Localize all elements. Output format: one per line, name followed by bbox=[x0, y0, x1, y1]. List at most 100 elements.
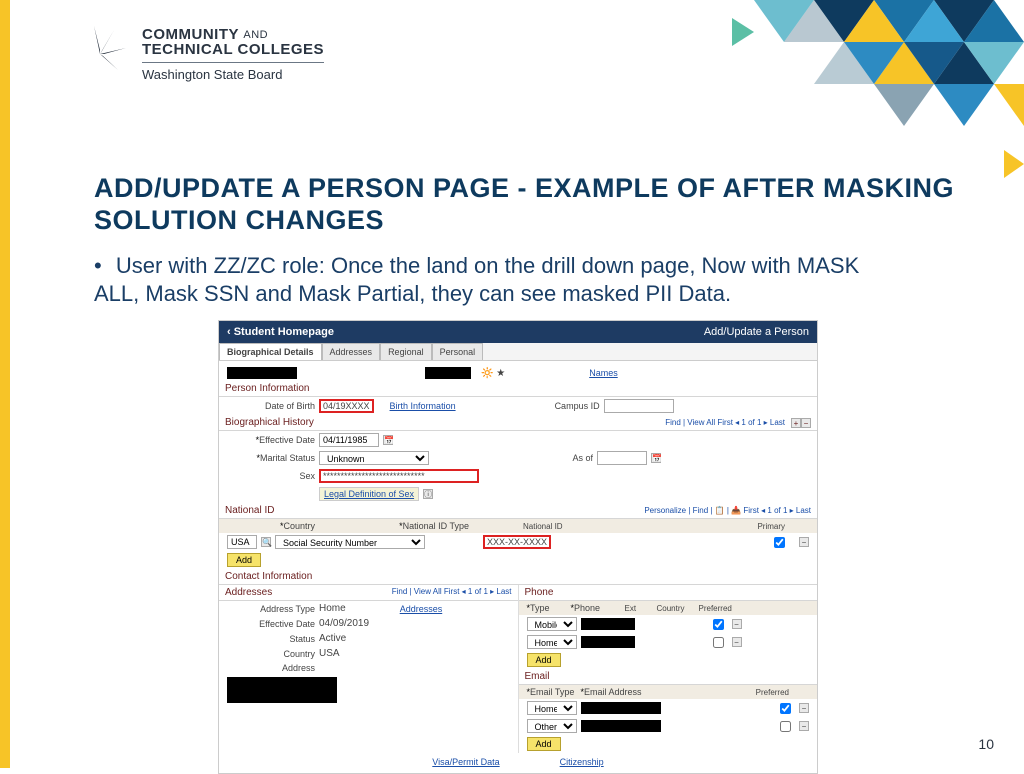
info-icon[interactable]: ⓘ bbox=[423, 489, 433, 499]
app-screenshot: ‹ Student Homepage Add/Update a Person B… bbox=[218, 320, 818, 774]
phone-type-2[interactable]: Home bbox=[527, 635, 577, 649]
section-phone: Phone bbox=[519, 585, 818, 601]
email-addr-col: Email Address bbox=[581, 687, 661, 697]
slide-bullet: User with ZZ/ZC role: Once the land on t… bbox=[94, 252, 904, 307]
legal-def-link[interactable]: Legal Definition of Sex bbox=[319, 487, 419, 501]
section-email: Email bbox=[519, 669, 818, 685]
bio-history-nav[interactable]: Find | View All First ◂ 1 of 1 ▸ Last bbox=[665, 418, 785, 427]
row-del-icon[interactable]: − bbox=[799, 721, 809, 731]
brand-line2: TECHNICAL COLLEGES bbox=[142, 41, 324, 58]
decorative-triangles bbox=[604, 0, 1024, 200]
row-del-icon[interactable]: − bbox=[799, 703, 809, 713]
marital-label: Marital Status bbox=[227, 453, 315, 463]
country-col: Country bbox=[227, 521, 315, 531]
campus-id-field[interactable] bbox=[604, 399, 674, 413]
country-field[interactable] bbox=[227, 535, 257, 549]
preferred-col: Preferred bbox=[699, 604, 732, 613]
tab-addresses[interactable]: Addresses bbox=[322, 343, 381, 360]
campus-id-label: Campus ID bbox=[540, 401, 600, 411]
nid-value: XXX-XX-XXXX bbox=[483, 535, 551, 549]
addr-status-label: Status bbox=[227, 634, 315, 644]
email-pref-1[interactable] bbox=[780, 703, 791, 714]
tab-personal[interactable]: Personal bbox=[432, 343, 484, 360]
primary-checkbox[interactable] bbox=[774, 537, 785, 548]
addr-effdate-label: Effective Date bbox=[227, 619, 315, 629]
nid-type-col: National ID Type bbox=[319, 521, 469, 531]
slide-title: ADD/UPDATE A PERSON PAGE - EXAMPLE OF AF… bbox=[94, 172, 964, 237]
flag-icon: 🔆 ★ bbox=[481, 368, 505, 379]
phone-type-col: Type bbox=[527, 603, 567, 613]
redacted-email-2 bbox=[581, 720, 661, 732]
asof-label: As of bbox=[553, 453, 593, 463]
addr-country-label: Country bbox=[227, 649, 315, 659]
add-row-icon[interactable]: + bbox=[791, 418, 801, 428]
tab-bio-details[interactable]: Biographical Details bbox=[219, 343, 322, 360]
eff-date-label: Effective Date bbox=[227, 435, 315, 445]
eff-date-field[interactable] bbox=[319, 433, 379, 447]
nid-type-select[interactable]: Social Security Number bbox=[275, 535, 425, 549]
addr-status-value: Active bbox=[319, 633, 346, 644]
section-national-id: National ID bbox=[225, 505, 274, 516]
national-tools[interactable]: Personalize | Find | 📋 | 📥 First ◂ 1 of … bbox=[644, 506, 811, 515]
add-nid-button[interactable]: Add bbox=[227, 553, 261, 567]
brand-line1b: AND bbox=[243, 29, 268, 41]
addr-type-label: Address Type bbox=[227, 604, 315, 614]
addr-country-value: USA bbox=[319, 648, 340, 659]
redacted-address bbox=[227, 677, 337, 703]
starburst-icon bbox=[72, 26, 128, 82]
email-type-2[interactable]: Other bbox=[527, 719, 577, 733]
section-bio-history: Biographical History bbox=[225, 417, 314, 428]
phone-country-col: Country bbox=[657, 604, 695, 613]
section-contact: Contact Information bbox=[219, 569, 817, 585]
sex-label: Sex bbox=[227, 471, 315, 481]
visa-link[interactable]: Visa/Permit Data bbox=[432, 757, 499, 767]
redacted-name bbox=[227, 367, 297, 379]
addr-type-value: Home bbox=[319, 603, 346, 614]
row-del-icon[interactable]: − bbox=[732, 619, 742, 629]
calendar-icon-2[interactable]: 📅 bbox=[651, 453, 661, 463]
page-heading: Add/Update a Person bbox=[704, 326, 809, 338]
row-delete-icon[interactable]: − bbox=[799, 537, 809, 547]
phone-col: Phone bbox=[571, 603, 621, 613]
citizenship-link[interactable]: Citizenship bbox=[560, 757, 604, 767]
birth-info-link[interactable]: Birth Information bbox=[390, 401, 456, 411]
dob-label: Date of Birth bbox=[227, 401, 315, 411]
asof-field[interactable] bbox=[597, 451, 647, 465]
phone-pref-1[interactable] bbox=[713, 619, 724, 630]
phone-pref-2[interactable] bbox=[713, 637, 724, 648]
add-email-button[interactable]: Add bbox=[527, 737, 561, 751]
remove-row-icon[interactable]: − bbox=[801, 418, 811, 428]
brand-logo: COMMUNITY AND TECHNICAL COLLEGES Washing… bbox=[72, 26, 324, 82]
addr-effdate-value: 04/09/2019 bbox=[319, 618, 369, 629]
marital-select[interactable]: Unknown bbox=[319, 451, 429, 465]
phone-type-1[interactable]: Mobile bbox=[527, 617, 577, 631]
calendar-icon[interactable]: 📅 bbox=[383, 435, 393, 445]
section-addresses: Addresses bbox=[225, 587, 272, 598]
email-pref-col: Preferred bbox=[756, 688, 789, 697]
nid-col: National ID bbox=[523, 522, 673, 531]
section-person-info: Person Information bbox=[219, 381, 817, 397]
redacted-id bbox=[425, 367, 471, 379]
row-del-icon[interactable]: − bbox=[732, 637, 742, 647]
back-link[interactable]: ‹ Student Homepage bbox=[227, 326, 334, 338]
email-type-col: Email Type bbox=[527, 687, 577, 697]
add-phone-button[interactable]: Add bbox=[527, 653, 561, 667]
addresses-link[interactable]: Addresses bbox=[400, 604, 443, 614]
email-type-1[interactable]: Home bbox=[527, 701, 577, 715]
names-link[interactable]: Names bbox=[589, 368, 618, 378]
email-pref-2[interactable] bbox=[780, 721, 791, 732]
addr-address-label: Address bbox=[227, 663, 315, 673]
brand-line3: Washington State Board bbox=[142, 62, 324, 82]
primary-col: Primary bbox=[757, 522, 785, 531]
lookup-icon[interactable]: 🔍 bbox=[261, 537, 271, 547]
tab-bar: Biographical Details Addresses Regional … bbox=[219, 343, 817, 361]
redacted-phone-2 bbox=[581, 636, 635, 648]
addresses-nav[interactable]: Find | View All First ◂ 1 of 1 ▸ Last bbox=[392, 587, 512, 598]
ext-col: Ext bbox=[625, 604, 653, 613]
redacted-email-1 bbox=[581, 702, 661, 714]
tab-regional[interactable]: Regional bbox=[380, 343, 432, 360]
dob-value: 04/19XXXX bbox=[319, 399, 374, 413]
slide-number: 10 bbox=[978, 736, 994, 752]
redacted-phone-1 bbox=[581, 618, 635, 630]
sex-value: ***************************** bbox=[319, 469, 479, 483]
